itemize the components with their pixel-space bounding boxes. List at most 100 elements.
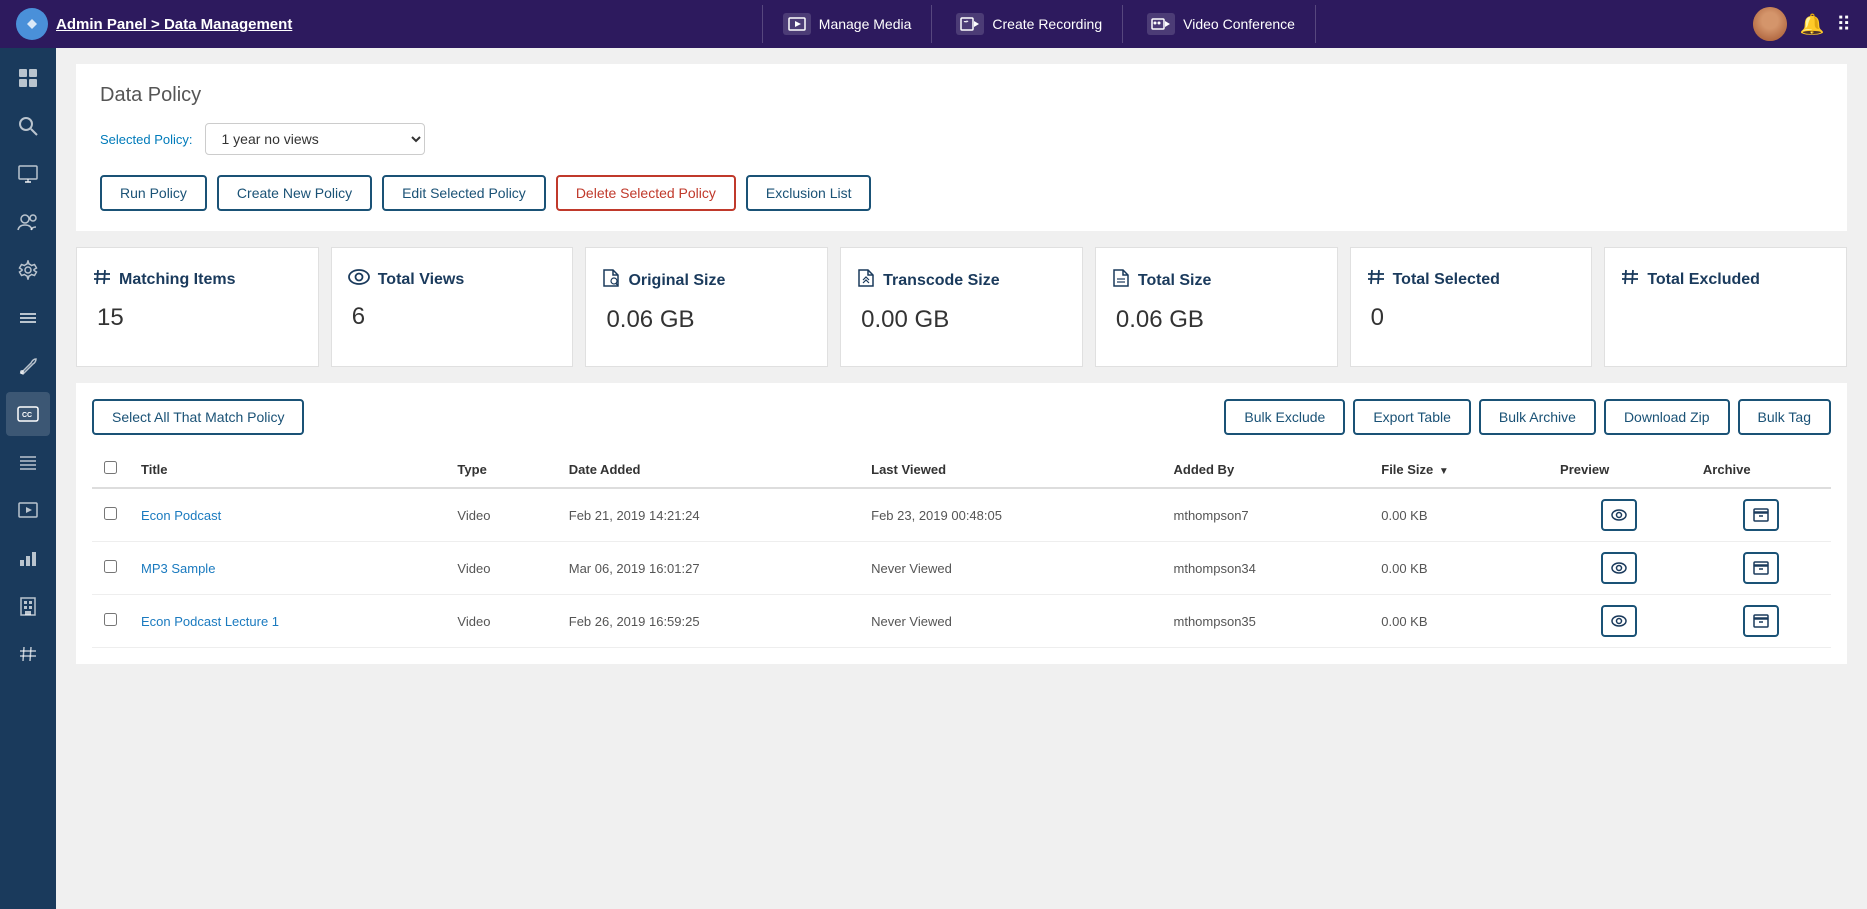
sidebar-item-captions[interactable]: CC [6,392,50,436]
sidebar-item-tools[interactable] [6,344,50,388]
run-policy-button[interactable]: Run Policy [100,175,207,211]
create-new-policy-button[interactable]: Create New Policy [217,175,372,211]
create-recording-icon [956,13,984,35]
row-checkbox-1[interactable] [104,560,117,573]
stat-card-total-excluded: Total Excluded [1604,247,1847,367]
hash-selected-icon [1367,268,1385,292]
stat-card-total-selected-value: 0 [1367,304,1384,332]
eye-icon [348,268,370,291]
row-added-by-0: mthompson7 [1162,488,1370,542]
policy-buttons: Run Policy Create New Policy Edit Select… [100,175,1823,211]
edit-selected-policy-button[interactable]: Edit Selected Policy [382,175,546,211]
manage-media-icon [783,13,811,35]
stat-card-transcode-size-value: 0.00 GB [857,306,949,334]
policy-selector-label: Selected Policy: [100,132,193,147]
sidebar-item-hash[interactable] [6,632,50,676]
col-archive: Archive [1691,451,1831,488]
select-all-checkbox[interactable] [104,461,117,474]
stat-card-matching-items-header: Matching Items [93,268,235,292]
preview-button-0[interactable] [1601,499,1637,531]
select-all-match-button[interactable]: Select All That Match Policy [92,399,304,435]
table-toolbar-right: Bulk Exclude Export Table Bulk Archive D… [1224,399,1831,435]
row-last-viewed-0: Feb 23, 2019 00:48:05 [859,488,1161,542]
apps-grid-icon[interactable]: ⠿ [1836,12,1851,37]
archive-button-2[interactable] [1743,605,1779,637]
sidebar-item-dashboard[interactable] [6,56,50,100]
row-checkbox-cell[interactable] [92,542,129,595]
manage-media-link[interactable]: Manage Media [762,5,933,43]
row-archive-2 [1691,595,1831,648]
download-zip-button[interactable]: Download Zip [1604,399,1730,435]
sidebar-item-users[interactable] [6,200,50,244]
video-conference-link[interactable]: Video Conference [1127,5,1316,43]
row-date-added-0: Feb 21, 2019 14:21:24 [557,488,859,542]
video-conference-icon [1147,13,1175,35]
sidebar-item-monitor[interactable] [6,152,50,196]
user-avatar[interactable] [1753,7,1787,41]
row-file-size-2: 0.00 KB [1369,595,1548,648]
archive-button-1[interactable] [1743,552,1779,584]
row-type-0: Video [445,488,556,542]
preview-button-2[interactable] [1601,605,1637,637]
file-total-icon [1112,268,1130,294]
title-link-1[interactable]: MP3 Sample [141,561,215,576]
stat-card-total-views-header: Total Views [348,268,465,291]
bulk-tag-button[interactable]: Bulk Tag [1738,399,1831,435]
select-all-checkbox-header[interactable] [92,451,129,488]
delete-selected-policy-button[interactable]: Delete Selected Policy [556,175,736,211]
row-added-by-1: mthompson34 [1162,542,1370,595]
exclusion-list-button[interactable]: Exclusion List [746,175,872,211]
notifications-icon[interactable]: 🔔 [1799,12,1824,37]
table-header-row: Title Type Date Added Last Viewed Added … [92,451,1831,488]
row-date-added-2: Feb 26, 2019 16:59:25 [557,595,859,648]
content-area: Data Policy Selected Policy: 1 year no v… [56,48,1867,909]
bulk-exclude-button[interactable]: Bulk Exclude [1224,399,1345,435]
sidebar-item-settings[interactable] [6,248,50,292]
sidebar-item-layers[interactable] [6,296,50,340]
row-file-size-0: 0.00 KB [1369,488,1548,542]
file-original-icon [602,268,620,294]
col-type: Type [445,451,556,488]
sidebar-item-list[interactable] [6,440,50,484]
row-checkbox-0[interactable] [104,507,117,520]
data-table: Title Type Date Added Last Viewed Added … [92,451,1831,648]
row-preview-1 [1548,542,1691,595]
col-file-size[interactable]: File Size ▼ [1369,451,1548,488]
sidebar-item-building[interactable] [6,584,50,628]
stat-card-matching-items: Matching Items 15 [76,247,319,367]
stat-card-total-size-header: Total Size [1112,268,1212,294]
stat-card-matching-items-value: 15 [93,304,124,332]
sidebar: CC [0,48,56,909]
brand-title[interactable]: Admin Panel > Data Management [16,8,292,40]
row-title-2[interactable]: Econ Podcast Lecture 1 [129,595,445,648]
stat-card-total-views-value: 6 [348,303,365,331]
row-last-viewed-1: Never Viewed [859,542,1161,595]
table-toolbar-left: Select All That Match Policy [92,399,304,435]
row-title-1[interactable]: MP3 Sample [129,542,445,595]
row-added-by-2: mthompson35 [1162,595,1370,648]
row-file-size-1: 0.00 KB [1369,542,1548,595]
policy-dropdown[interactable]: 1 year no views2 year no views3 year no … [205,123,425,155]
create-recording-link[interactable]: Create Recording [936,5,1123,43]
top-nav-right: 🔔 ⠿ [1753,7,1851,41]
sidebar-item-search[interactable] [6,104,50,148]
bulk-archive-button[interactable]: Bulk Archive [1479,399,1596,435]
title-link-2[interactable]: Econ Podcast Lecture 1 [141,614,279,629]
title-link-0[interactable]: Econ Podcast [141,508,221,523]
row-checkbox-2[interactable] [104,613,117,626]
top-navigation: Admin Panel > Data Management Manage Med… [0,0,1867,48]
sidebar-item-analytics[interactable] [6,536,50,580]
row-archive-1 [1691,542,1831,595]
row-type-1: Video [445,542,556,595]
preview-button-1[interactable] [1601,552,1637,584]
archive-button-0[interactable] [1743,499,1779,531]
row-checkbox-cell[interactable] [92,595,129,648]
export-table-button[interactable]: Export Table [1353,399,1471,435]
row-preview-2 [1548,595,1691,648]
policy-card: Data Policy Selected Policy: 1 year no v… [76,64,1847,231]
sidebar-item-media[interactable] [6,488,50,532]
hash-excluded-icon [1621,268,1639,292]
row-checkbox-cell[interactable] [92,488,129,542]
row-title-0[interactable]: Econ Podcast [129,488,445,542]
top-nav-links: Manage Media Create Recording Video Conf… [324,5,1753,43]
